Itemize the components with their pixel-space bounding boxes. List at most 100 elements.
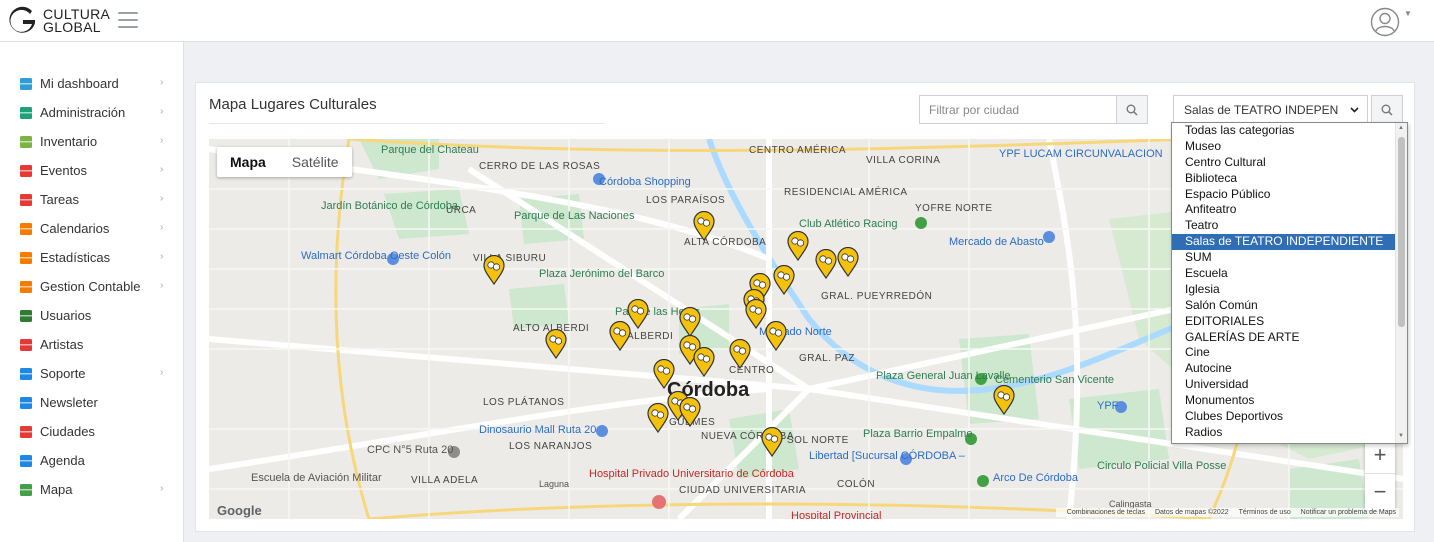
theater-marker-icon[interactable] (647, 402, 669, 434)
calendar-event-icon (18, 163, 33, 178)
category-search-button[interactable] (1371, 95, 1403, 124)
sidebar-item-soporte[interactable]: Soporte › (0, 359, 184, 388)
theater-marker-icon[interactable] (765, 320, 787, 352)
map-label: YOFRE NORTE (915, 203, 993, 214)
scroll-down-icon[interactable]: ▼ (1398, 433, 1404, 439)
dropdown-option[interactable]: Centro Cultural (1172, 155, 1407, 171)
sidebar-item-gestion-contable[interactable]: Gestion Contable › (0, 272, 184, 301)
map-label: Arco De Córdoba (993, 472, 1078, 484)
user-menu-caret-icon[interactable]: ▼ (1404, 9, 1412, 18)
map-label: Circulo Policial Villa Posse (1097, 460, 1227, 472)
sidebar-item-inventario[interactable]: Inventario › (0, 127, 184, 156)
category-select[interactable]: Salas de TEATRO INDEPENDIE (1173, 95, 1368, 124)
scrollbar-thumb[interactable] (1398, 137, 1405, 327)
theater-marker-icon[interactable] (993, 384, 1015, 416)
theater-marker-icon[interactable] (653, 358, 675, 390)
theater-marker-icon[interactable] (693, 210, 715, 242)
dropdown-option[interactable]: Museo (1172, 139, 1407, 155)
dropdown-option[interactable]: Anfiteatro (1172, 202, 1407, 218)
sidebar-item-label: Mapa (40, 482, 73, 497)
city-search-button[interactable] (1116, 95, 1148, 124)
sidebar-item-agenda[interactable]: Agenda (0, 446, 184, 475)
map-label: Club Atlético Racing (799, 218, 898, 230)
user-avatar-icon[interactable] (1370, 7, 1400, 37)
footer-shortcuts-link[interactable]: Combinaciones de teclas (1067, 509, 1145, 516)
theater-marker-icon[interactable] (545, 328, 567, 360)
dropdown-option[interactable]: Radios (1172, 425, 1407, 441)
dropdown-option[interactable]: EDITORIALES (1172, 314, 1407, 330)
dropdown-option[interactable]: GALERÍAS DE ARTE (1172, 330, 1407, 346)
theater-marker-icon[interactable] (815, 248, 837, 280)
sidebar-item-newsleter[interactable]: Newsleter (0, 388, 184, 417)
map-label: LOS PARAÍSOS (646, 195, 726, 206)
zoom-control: + − (1365, 437, 1395, 510)
sidebar-item-mi-dashboard[interactable]: Mi dashboard › (0, 69, 184, 98)
theater-marker-icon[interactable] (745, 298, 767, 330)
chevron-right-icon: › (160, 251, 164, 262)
theater-marker-icon[interactable] (679, 306, 701, 338)
sidebar-item-label: Usuarios (40, 308, 92, 323)
dropdown-option[interactable]: Teatro (1172, 218, 1407, 234)
theater-marker-icon[interactable] (773, 264, 795, 296)
title-divider (209, 123, 604, 124)
map-label: Libertad [Sucursal CÓRDOBA – (809, 450, 965, 462)
dropdown-option[interactable]: Iglesia (1172, 282, 1407, 298)
dropdown-option[interactable]: SUM (1172, 250, 1407, 266)
dropdown-option[interactable]: Salón Común (1172, 298, 1407, 314)
sidebar: Mi dashboard › Administración › Inventario › E… (0, 42, 184, 542)
top-bar: CULTURA GLOBAL ▼ (0, 0, 1434, 42)
theater-marker-icon[interactable] (729, 338, 751, 370)
dropdown-option[interactable]: Salas de TEATRO INDEPENDIENTE (1172, 234, 1407, 251)
city-filter-input[interactable] (919, 95, 1117, 124)
search-icon (1126, 104, 1138, 116)
map-label: Plaza Jerónimo del Barco (539, 268, 665, 280)
category-dropdown-list[interactable]: Todas las categorias Museo Centro Cultural… (1171, 122, 1408, 444)
theater-marker-icon[interactable] (609, 320, 631, 352)
chevron-right-icon: › (160, 164, 164, 175)
map-label: Laguna (539, 479, 570, 489)
footer-terms-link[interactable]: Términos de uso (1239, 509, 1291, 516)
sidebar-item-eventos[interactable]: Eventos › (0, 156, 184, 185)
theater-marker-icon[interactable] (679, 396, 701, 428)
map-tab-map[interactable]: Mapa (217, 147, 279, 177)
sidebar-item-ciudades[interactable]: Ciudades (0, 417, 184, 446)
dropdown-option[interactable]: Biblioteca (1172, 171, 1407, 187)
dropdown-option[interactable]: Escuela (1172, 266, 1407, 282)
theater-marker-icon[interactable] (761, 426, 783, 458)
dropdown-option[interactable]: Clubes Deportivos (1172, 409, 1407, 425)
sidebar-item-tareas[interactable]: Tareas › (0, 185, 184, 214)
sidebar-item-mapa[interactable]: Mapa › (0, 475, 184, 504)
chevron-right-icon: › (160, 135, 164, 146)
footer-report-link[interactable]: Notificar un problema de Maps (1301, 509, 1396, 516)
dropdown-option[interactable]: Espacio Público (1172, 187, 1407, 203)
sidebar-item-label: Eventos (40, 163, 87, 178)
agenda-icon (18, 453, 33, 468)
sidebar-item-usuarios[interactable]: Usuarios (0, 301, 184, 330)
brand-logo[interactable]: CULTURA GLOBAL (8, 5, 110, 37)
map-label: YPF LUCAM CIRCUNVALACION (999, 148, 1163, 160)
chevron-right-icon: › (160, 367, 164, 378)
scroll-up-icon[interactable]: ▲ (1398, 125, 1404, 131)
sidebar-item-estad-sticas[interactable]: Estadísticas › (0, 243, 184, 272)
map-tab-satellite[interactable]: Satélite (279, 147, 352, 177)
dropdown-option[interactable]: Monumentos (1172, 393, 1407, 409)
map-label: RESIDENCIAL AMÉRICA (784, 187, 908, 198)
hamburger-menu-icon[interactable] (118, 12, 138, 28)
theater-marker-icon[interactable] (693, 346, 715, 378)
theater-marker-icon[interactable] (483, 254, 505, 286)
map-label: Córdoba Shopping (599, 176, 691, 188)
dropdown-option[interactable]: Universidad (1172, 377, 1407, 393)
theater-marker-icon[interactable] (837, 246, 859, 278)
sidebar-item-label: Agenda (40, 453, 85, 468)
dropdown-scrollbar[interactable]: ▲ ▼ (1395, 123, 1407, 443)
sidebar-item-administraci-n[interactable]: Administración › (0, 98, 184, 127)
sidebar-item-label: Gestion Contable (40, 279, 141, 294)
accounting-icon (18, 279, 33, 294)
sidebar-item-calendarios[interactable]: Calendarios › (0, 214, 184, 243)
dropdown-option[interactable]: Autocine (1172, 361, 1407, 377)
theater-marker-icon[interactable] (787, 230, 809, 262)
dropdown-option[interactable]: Cine (1172, 345, 1407, 361)
sidebar-item-artistas[interactable]: Artistas (0, 330, 184, 359)
zoom-out-button[interactable]: − (1365, 474, 1395, 510)
dropdown-option[interactable]: Todas las categorias (1172, 123, 1407, 139)
